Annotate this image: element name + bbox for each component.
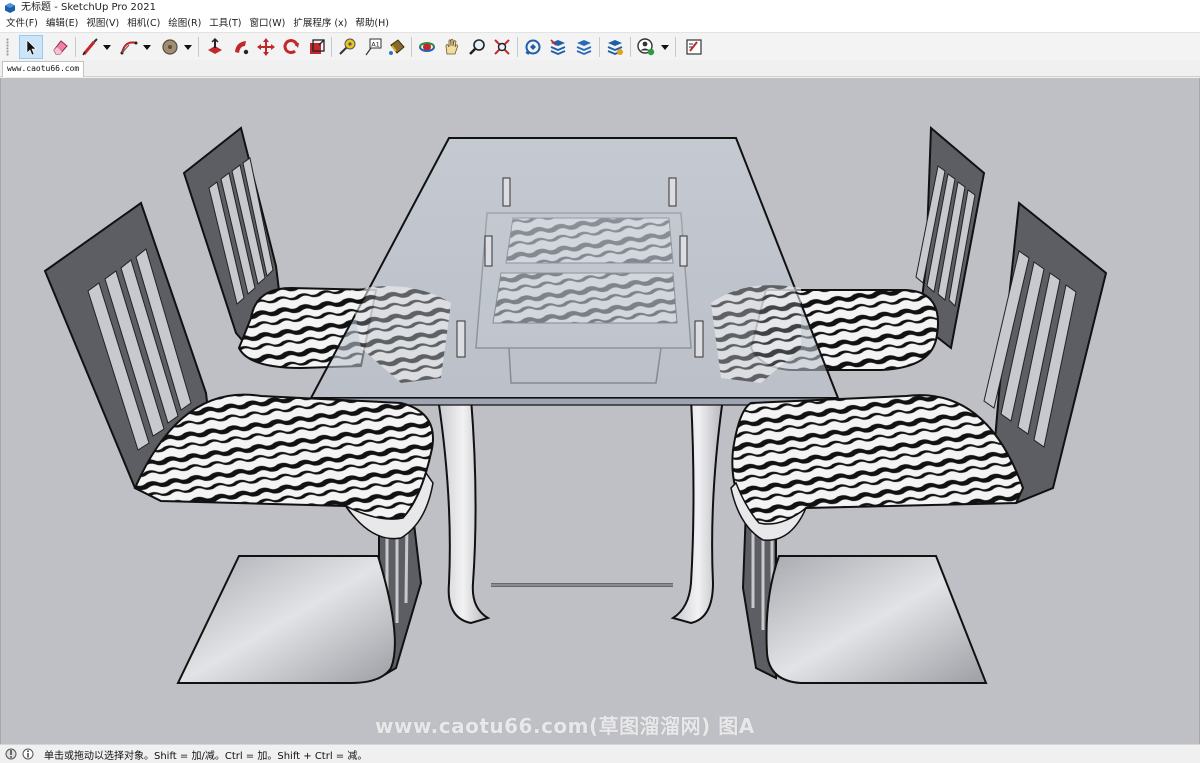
arc-tool-button[interactable] bbox=[117, 35, 141, 59]
extension-warehouse-icon bbox=[550, 39, 566, 55]
zoom-icon bbox=[469, 39, 485, 55]
3d-warehouse-icon bbox=[525, 39, 541, 55]
extension-warehouse-button[interactable] bbox=[546, 35, 570, 59]
svg-text:A1: A1 bbox=[371, 41, 380, 49]
dining-set-model bbox=[43, 125, 1108, 684]
menu-camera[interactable]: 相机(C) bbox=[123, 16, 164, 32]
zoom-extents-icon bbox=[494, 39, 510, 55]
extension-manager-icon bbox=[607, 40, 623, 55]
menu-help[interactable]: 帮助(H) bbox=[351, 16, 393, 32]
toolbar-grip[interactable] bbox=[6, 38, 9, 56]
layout-button[interactable] bbox=[572, 35, 596, 59]
menu-window[interactable]: 窗口(W) bbox=[246, 16, 290, 32]
paint-bucket-icon bbox=[389, 39, 405, 55]
line-tool-button[interactable] bbox=[78, 35, 102, 59]
watermark-text: www.caotu66.com(草图溜溜网) 图A bbox=[375, 714, 755, 738]
toolbar-separator bbox=[198, 37, 199, 57]
status-message: 单击或拖动以选择对象。Shift = 加/减。Ctrl = 加。Shift + … bbox=[44, 750, 368, 762]
toolbar-separator bbox=[517, 37, 518, 57]
toolbar-separator bbox=[331, 37, 332, 57]
menu-extensions[interactable]: 扩展程序 (x) bbox=[289, 16, 351, 32]
line-icon bbox=[82, 38, 98, 56]
eraser-tool-button[interactable] bbox=[48, 35, 72, 59]
menu-file[interactable]: 文件(F) bbox=[2, 16, 42, 32]
layout-icon bbox=[576, 40, 592, 55]
tape-measure-icon bbox=[339, 38, 356, 55]
line-dropdown-arrow-icon[interactable] bbox=[103, 43, 111, 51]
move-tool-button[interactable] bbox=[254, 35, 278, 59]
main-toolbar: A1 bbox=[0, 32, 1200, 60]
push-pull-icon bbox=[208, 37, 222, 54]
sketchup-window: 无标题 - SketchUp Pro 2021 文件(F) 编辑(E) 视图(V… bbox=[0, 0, 1200, 763]
menu-tools[interactable]: 工具(T) bbox=[205, 16, 245, 32]
paint-bucket-tool-button[interactable] bbox=[385, 35, 409, 59]
title-bar: 无标题 - SketchUp Pro 2021 bbox=[0, 0, 1200, 16]
orbit-icon bbox=[419, 42, 435, 52]
toolbar-separator bbox=[75, 37, 76, 57]
window-title: 无标题 - SketchUp Pro 2021 bbox=[21, 2, 156, 13]
toolbar-separator bbox=[599, 37, 600, 57]
follow-me-icon bbox=[235, 41, 249, 55]
account-dropdown-arrow-icon[interactable] bbox=[661, 43, 669, 51]
sketchup-logo-icon bbox=[5, 3, 15, 13]
select-icon bbox=[26, 39, 37, 56]
push-pull-tool-button[interactable] bbox=[203, 35, 227, 59]
zoom-extents-tool-button[interactable] bbox=[490, 35, 514, 59]
eraser-icon bbox=[53, 40, 68, 55]
account-icon bbox=[637, 38, 655, 56]
geo-location-icon[interactable] bbox=[5, 748, 17, 760]
menu-bar: 文件(F) 编辑(E) 视图(V) 相机(C) 绘图(R) 工具(T) 窗口(W… bbox=[0, 16, 1200, 32]
pan-tool-button[interactable] bbox=[440, 35, 464, 59]
shape-tool-button[interactable] bbox=[158, 35, 182, 59]
shape-icon bbox=[162, 39, 178, 55]
text-icon: A1 bbox=[365, 38, 382, 56]
scale-icon bbox=[310, 39, 325, 54]
status-bar: 单击或拖动以选择对象。Shift = 加/减。Ctrl = 加。Shift + … bbox=[0, 744, 1200, 763]
text-tool-button[interactable]: A1 bbox=[361, 35, 385, 59]
send-to-layout-icon bbox=[686, 39, 702, 55]
menu-draw[interactable]: 绘图(R) bbox=[164, 16, 205, 32]
toolbar-separator bbox=[411, 37, 412, 57]
rotate-tool-button[interactable] bbox=[279, 35, 303, 59]
extension-manager-button[interactable] bbox=[603, 35, 627, 59]
menu-view[interactable]: 视图(V) bbox=[82, 16, 123, 32]
zoom-tool-button[interactable] bbox=[465, 35, 489, 59]
model-viewport[interactable]: www.caotu66.com(草图溜溜网) 图A bbox=[0, 78, 1200, 744]
scene-tab-bar: www.caotu66.com bbox=[0, 60, 1200, 77]
rotate-icon bbox=[283, 39, 299, 54]
move-icon bbox=[257, 38, 275, 56]
select-tool-button[interactable] bbox=[19, 35, 43, 59]
arc-dropdown-arrow-icon[interactable] bbox=[143, 43, 151, 51]
scene-tab[interactable]: www.caotu66.com bbox=[2, 61, 85, 77]
toolbar-separator bbox=[630, 37, 631, 57]
3d-warehouse-button[interactable] bbox=[521, 35, 545, 59]
toolbar-separator bbox=[675, 37, 676, 57]
follow-me-tool-button[interactable] bbox=[229, 35, 253, 59]
orbit-tool-button[interactable] bbox=[415, 35, 439, 59]
arc-icon bbox=[120, 41, 138, 55]
account-button[interactable] bbox=[634, 35, 658, 59]
shape-dropdown-arrow-icon[interactable] bbox=[184, 43, 192, 51]
menu-edit[interactable]: 编辑(E) bbox=[42, 16, 82, 32]
info-icon[interactable] bbox=[22, 748, 34, 760]
tape-measure-tool-button[interactable] bbox=[335, 35, 359, 59]
scale-tool-button[interactable] bbox=[305, 35, 329, 59]
pan-icon bbox=[445, 38, 458, 55]
send-to-layout-button[interactable] bbox=[682, 35, 706, 59]
